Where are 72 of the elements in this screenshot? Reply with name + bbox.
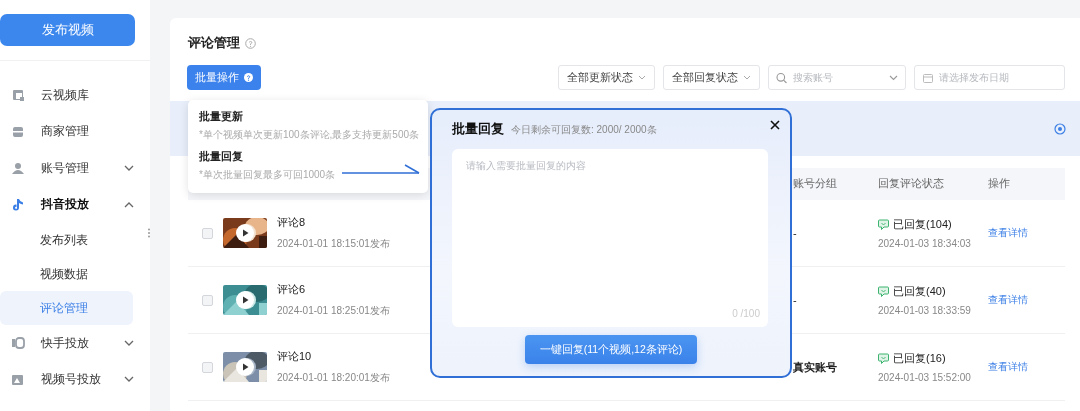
reply-quota: 今日剩余可回复数: 2000/ 2000条 xyxy=(511,123,657,137)
chevron-up-icon[interactable] xyxy=(124,201,134,209)
calendar-icon xyxy=(923,72,933,83)
submenu-item[interactable]: 评论管理 xyxy=(0,291,133,325)
status-dropdown[interactable]: 全部回复状态 xyxy=(663,65,760,90)
reply-status: 已回复(40) xyxy=(893,284,946,299)
publish-time: 2024-01-01 18:20:01发布 xyxy=(277,371,390,385)
camera-icon xyxy=(11,336,25,351)
row-checkbox[interactable] xyxy=(202,361,213,373)
reply-status: 已回复(16) xyxy=(893,351,946,366)
music-note-icon xyxy=(11,197,25,212)
account-group: - xyxy=(793,294,797,306)
reply-status: 已回复(104) xyxy=(893,217,952,232)
status-dropdown[interactable]: 全部更新状态 xyxy=(558,65,655,90)
column-header: 回复评论状态 xyxy=(877,168,987,200)
submenu-item[interactable]: 发布列表 xyxy=(0,223,133,257)
play-icon xyxy=(236,291,254,309)
help-icon xyxy=(245,37,256,49)
play-icon xyxy=(236,358,254,376)
chat-bubble-icon xyxy=(878,219,889,230)
page-title: 评论管理 xyxy=(188,34,240,52)
option-hint: *单次批量回复最多可回1000条 xyxy=(199,168,336,182)
chevron-down-icon xyxy=(889,74,898,81)
menu-item[interactable]: 抖音投放 xyxy=(41,196,124,214)
chat-bubble-icon xyxy=(878,353,889,364)
drag-handle-icon[interactable] xyxy=(147,228,151,238)
publish-time: 2024-01-01 18:15:01发布 xyxy=(277,237,390,251)
option-hint: *单个视频单次更新100条评论,最多支持更新500条 xyxy=(199,128,420,142)
account-group: 真实账号 xyxy=(793,360,837,373)
help-icon xyxy=(244,73,253,82)
chevron-down-icon xyxy=(638,75,646,80)
target-icon[interactable] xyxy=(1054,122,1066,135)
view-details-link[interactable]: 查看详情 xyxy=(988,361,1028,372)
submenu-item[interactable]: 视频数据 xyxy=(0,257,133,291)
column-header: 账号分组 xyxy=(792,168,877,200)
film-square-icon xyxy=(11,88,25,103)
image-icon xyxy=(11,372,25,387)
menu-item[interactable]: 账号管理 xyxy=(41,159,124,177)
menu-item[interactable]: 视频号投放 xyxy=(41,371,124,389)
chevron-down-icon xyxy=(743,75,751,80)
chevron-down-icon[interactable] xyxy=(124,164,134,172)
batch-actions-button[interactable]: 批量操作 xyxy=(187,65,261,90)
menu-item[interactable]: 云视频库 xyxy=(41,86,150,104)
menu-item[interactable]: 快手投放 xyxy=(41,334,124,352)
chat-bubble-icon xyxy=(878,286,889,297)
chevron-down-icon[interactable] xyxy=(124,376,134,384)
row-checkbox[interactable] xyxy=(202,227,213,239)
user-icon xyxy=(11,161,25,176)
view-details-link[interactable]: 查看详情 xyxy=(988,294,1028,305)
view-details-link[interactable]: 查看详情 xyxy=(988,227,1028,238)
row-checkbox[interactable] xyxy=(202,294,213,306)
search-icon xyxy=(776,72,787,83)
video-title: 评论10 xyxy=(277,349,313,364)
close-icon xyxy=(770,120,780,130)
account-group: - xyxy=(793,227,797,239)
reply-time: 2024-01-03 15:52:00 xyxy=(878,372,972,383)
menu-option[interactable]: 批量更新 xyxy=(199,109,417,124)
reply-time: 2024-01-03 18:33:59 xyxy=(878,305,972,316)
menu-item[interactable]: 商家管理 xyxy=(41,123,150,141)
video-title: 评论6 xyxy=(277,282,307,297)
chevron-down-icon[interactable] xyxy=(124,339,134,347)
reply-time: 2024-01-03 18:34:03 xyxy=(878,238,972,249)
menu-option[interactable]: 批量回复 xyxy=(199,149,417,164)
date-field[interactable]: 请选择发布日期 xyxy=(914,65,1065,90)
shop-icon xyxy=(11,124,25,139)
dialog-title: 批量回复 xyxy=(452,120,504,138)
video-title: 评论8 xyxy=(277,215,307,230)
account-search-field[interactable]: 搜索账号 xyxy=(768,65,906,90)
play-icon xyxy=(236,224,254,242)
publish-button[interactable]: 发布视频 xyxy=(0,14,135,46)
publish-time: 2024-01-01 18:25:01发布 xyxy=(277,304,390,318)
column-header: 操作 xyxy=(987,168,1065,200)
